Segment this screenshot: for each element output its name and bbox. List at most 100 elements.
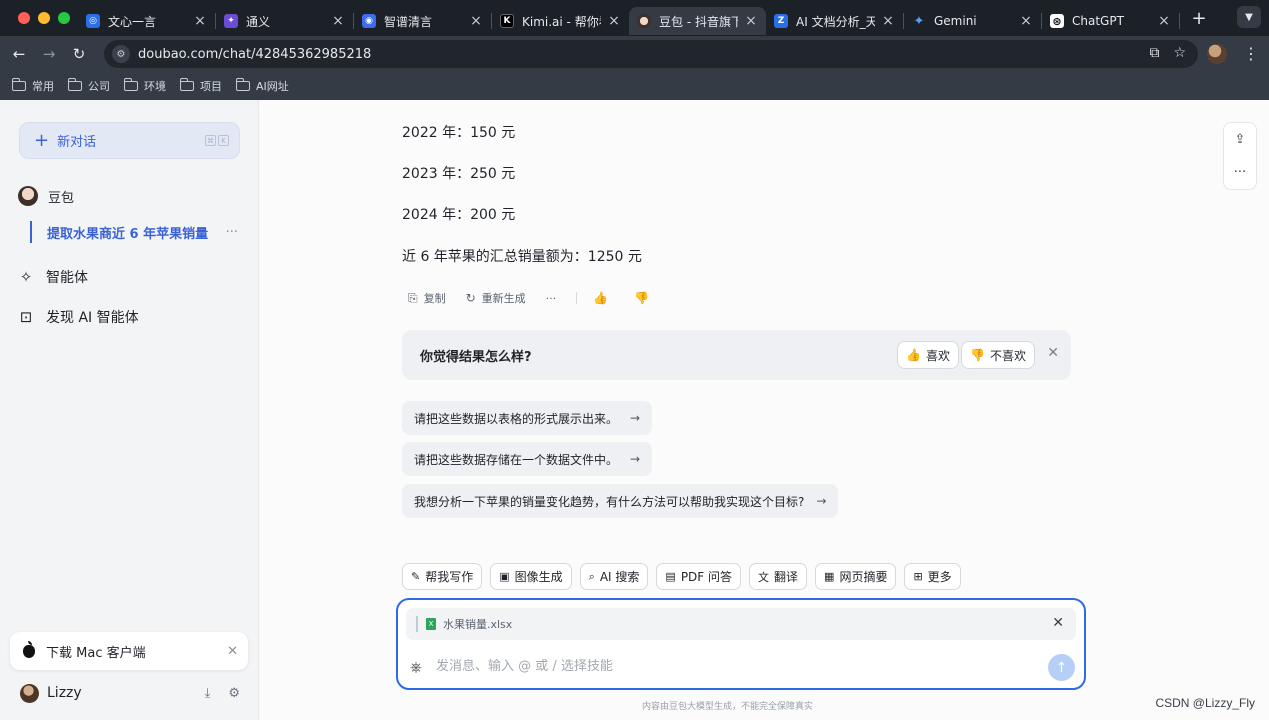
profile-avatar[interactable]: [1207, 44, 1227, 64]
conversation-item-active[interactable]: 提取水果商近 6 年苹果销量 ···: [30, 221, 240, 243]
more-icon: ···: [545, 291, 557, 305]
skill-label: 图像生成: [514, 570, 563, 584]
thumbs-up-button[interactable]: 👍: [593, 291, 614, 305]
browser-tab-active[interactable]: 豆包 - 抖音旗下 ×: [629, 7, 766, 35]
skill-pdf-qa[interactable]: ▤ PDF 问答: [656, 563, 742, 590]
search-icon: ⌕: [588, 569, 595, 583]
regenerate-button[interactable]: ↻ 重新生成: [466, 290, 526, 306]
remove-attachment-icon[interactable]: ✕: [1052, 615, 1064, 631]
browser-menu-icon[interactable]: ⋮: [1243, 46, 1259, 62]
thumbs-down-button[interactable]: 👎: [634, 291, 655, 305]
sidebar-item-discover[interactable]: ⊡ 发现 AI 智能体: [18, 307, 139, 327]
arrow-right-icon: →: [816, 494, 827, 508]
bookmark-folder[interactable]: 环境: [123, 78, 166, 94]
user-profile[interactable]: Lizzy ⤓ ⚙: [20, 683, 246, 703]
tiangong-favicon-icon: Z: [774, 14, 788, 28]
dislike-button[interactable]: 👎 不喜欢: [961, 341, 1035, 369]
skill-image-gen[interactable]: ▣ 图像生成: [490, 563, 572, 590]
shortcut-hint: ⌘ K: [205, 135, 229, 146]
close-window-button[interactable]: [18, 12, 30, 24]
bookmark-folder[interactable]: AI网址: [235, 78, 289, 94]
window-controls: [0, 12, 78, 24]
skill-label: 帮我写作: [425, 570, 474, 584]
agents-label: 智能体: [46, 270, 88, 286]
attachment-filename: 水果销量.xlsx: [443, 618, 513, 631]
address-bar[interactable]: ⚙ doubao.com/chat/42845362985218 ⧉ ☆: [104, 40, 1198, 68]
tab-title: 豆包 - 抖音旗下: [659, 14, 738, 29]
like-button[interactable]: 👍 喜欢: [897, 341, 959, 369]
browser-tab[interactable]: ⊛ ChatGPT ×: [1042, 7, 1179, 35]
new-chat-label: 新对话: [57, 135, 97, 150]
folder-icon: [179, 78, 194, 91]
bot-doubao[interactable]: 豆包: [18, 186, 74, 206]
more-options-icon[interactable]: ···: [1234, 165, 1246, 180]
new-tab-button[interactable]: +: [1184, 8, 1214, 29]
tab-close-icon[interactable]: ×: [469, 13, 483, 29]
skill-ai-search[interactable]: ⌕ AI 搜索: [579, 563, 649, 590]
arrow-right-icon: →: [630, 452, 641, 466]
browser-tab[interactable]: ✦ 通义 ×: [216, 7, 353, 35]
new-chat-button[interactable]: + 新对话 ⌘ K: [19, 122, 240, 159]
minimize-window-button[interactable]: [38, 12, 50, 24]
message-line: 2024 年：200 元: [402, 207, 516, 223]
message-line: 2022 年：150 元: [402, 125, 516, 141]
watermark: CSDN @Lizzy_Fly: [1155, 696, 1255, 710]
arrow-up-icon: ↑: [1055, 659, 1068, 676]
tab-close-icon[interactable]: ×: [881, 13, 895, 29]
skill-label: 更多: [927, 570, 952, 584]
url-text[interactable]: doubao.com/chat/42845362985218: [138, 47, 371, 62]
tab-close-icon[interactable]: ×: [193, 13, 207, 29]
conversation-title: 提取水果商近 6 年苹果销量: [47, 226, 209, 242]
tab-title: 智谱清言: [384, 14, 433, 29]
suggestion-chip[interactable]: 请把这些数据以表格的形式展示出来。 →: [402, 401, 653, 435]
settings-gear-icon[interactable]: ⚙: [228, 686, 240, 701]
bookmark-folder[interactable]: 项目: [179, 78, 222, 94]
feedback-question: 你觉得结果怎么样?: [420, 349, 532, 365]
browser-tab[interactable]: K Kimi.ai - 帮你看 ×: [492, 7, 629, 35]
install-app-icon[interactable]: ⧉: [1149, 45, 1159, 61]
bookmark-folder[interactable]: 公司: [67, 78, 110, 94]
download-tray-icon[interactable]: ⤓: [205, 686, 211, 701]
download-mac-card[interactable]: 下载 Mac 客户端 ✕: [10, 632, 248, 670]
tab-search-chevron-icon[interactable]: ▼: [1237, 6, 1261, 28]
site-settings-icon[interactable]: ⚙: [112, 45, 130, 63]
skill-translate[interactable]: 文翻译: [749, 563, 808, 590]
skill-web-summary[interactable]: ▦ 网页摘要: [815, 563, 897, 590]
reload-icon[interactable]: ↻: [64, 45, 94, 63]
message-input[interactable]: [436, 659, 996, 674]
close-icon[interactable]: ✕: [227, 644, 238, 659]
tab-close-icon[interactable]: ×: [331, 13, 345, 29]
download-label: 下载 Mac 客户端: [46, 645, 146, 661]
more-actions-button[interactable]: ···: [546, 292, 557, 305]
browser-tab[interactable]: Z AI 文档分析_天 ×: [766, 7, 903, 35]
conversation-more-icon[interactable]: ···: [226, 225, 238, 240]
bookmark-folder[interactable]: 常用: [11, 78, 54, 94]
browser-tab[interactable]: ✦ Gemini ×: [904, 7, 1041, 35]
paperclip-icon[interactable]: ⎈: [410, 658, 422, 676]
copy-button[interactable]: ⎘ 复制: [408, 290, 446, 306]
sidebar-item-agents[interactable]: ✧ 智能体: [18, 267, 88, 287]
maximize-window-button[interactable]: [58, 12, 70, 24]
suggestion-chip[interactable]: 请把这些数据存储在一个数据文件中。 →: [402, 442, 653, 476]
bookmark-star-icon[interactable]: ☆: [1173, 45, 1186, 61]
skills-bar: ✎ 帮我写作 ▣ 图像生成 ⌕ AI 搜索 ▤ PDF 问答 文翻译 ▦ 网页摘要 ⊞ 更多: [402, 563, 961, 590]
close-icon[interactable]: ✕: [1047, 345, 1059, 361]
tab-close-icon[interactable]: ×: [744, 13, 758, 29]
suggestion-chip[interactable]: 我想分析一下苹果的销量变化趋势，有什么方法可以帮助我实现这个目标? →: [402, 484, 839, 518]
skill-more[interactable]: ⊞ 更多: [904, 563, 961, 590]
browser-tab[interactable]: ◉ 智谱清言 ×: [354, 7, 491, 35]
tab-close-icon[interactable]: ×: [1019, 13, 1033, 29]
forward-arrow-icon[interactable]: →: [34, 45, 64, 63]
discover-box-icon: ⊡: [19, 308, 33, 326]
bookmarks-bar: 常用 公司 环境 项目 AI网址: [0, 72, 1269, 100]
send-button[interactable]: ↑: [1048, 654, 1075, 681]
tab-close-icon[interactable]: ×: [607, 13, 621, 29]
excel-file-icon: X: [426, 618, 436, 630]
back-arrow-icon[interactable]: ←: [4, 45, 34, 63]
apple-icon: [23, 640, 35, 658]
tab-close-icon[interactable]: ×: [1157, 13, 1171, 29]
user-avatar: [20, 683, 39, 703]
share-icon[interactable]: ⇪: [1235, 132, 1246, 147]
skill-writing[interactable]: ✎ 帮我写作: [402, 563, 483, 590]
browser-tab[interactable]: ◎ 文心一言 ×: [78, 7, 215, 35]
